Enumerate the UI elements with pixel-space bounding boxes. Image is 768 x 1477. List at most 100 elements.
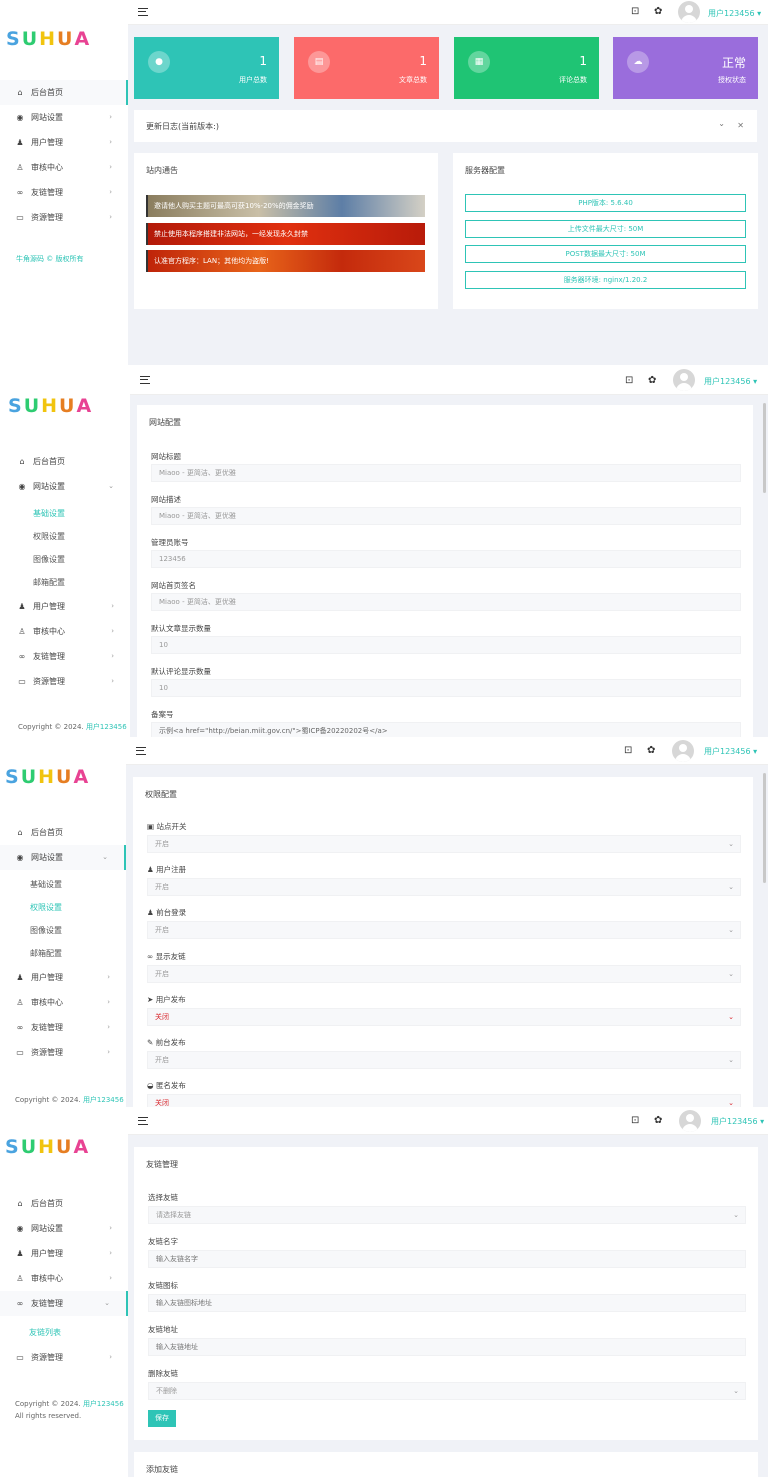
chevron-down-icon: ⌄ — [733, 1387, 739, 1395]
top-bar: ⊡ ✿ 用户123456 ▾ — [130, 365, 768, 395]
sidebar-sub-basic[interactable]: 基础设置 — [0, 873, 126, 896]
chevron-down-icon: ⌄ — [728, 1056, 734, 1064]
sidebar-sub-linklist[interactable]: 友链列表 — [0, 1319, 128, 1345]
sidebar-item-audit[interactable]: ♙ 审核中心 › — [0, 155, 128, 180]
sidebar-item-users[interactable]: ♟ 用户管理 › — [0, 130, 128, 155]
sidebar-item-audit[interactable]: ♙ 审核中心 › — [0, 1266, 128, 1291]
brand-logo: SUHUA — [6, 28, 92, 50]
sidebar-sub-perm[interactable]: 权限设置 — [0, 525, 130, 548]
sidebar-item-home[interactable]: ⌂ 后台首页 — [0, 449, 130, 474]
footer-user-link[interactable]: 用户123456 — [86, 723, 127, 731]
sidebar-footer: 牛角源码 © 版权所有 — [16, 255, 84, 263]
notice-item[interactable]: 邀请他人购买主题可最高可获10%-20%的佣金奖励 — [146, 195, 425, 217]
front-login-select[interactable]: 开启 ⌄ — [147, 921, 741, 939]
avatar[interactable] — [679, 1110, 701, 1132]
palette-icon[interactable]: ✿ — [654, 6, 662, 17]
palette-icon[interactable]: ✿ — [654, 1115, 662, 1126]
avatar[interactable] — [678, 1, 700, 23]
comment-icon: ▦ — [468, 51, 490, 73]
palette-icon[interactable]: ✿ — [648, 375, 656, 386]
sidebar-item-site[interactable]: ◉ 网站设置 › — [0, 105, 128, 130]
user-menu[interactable]: 用户123456 ▾ — [708, 8, 761, 19]
menu-toggle-icon[interactable] — [138, 8, 148, 16]
sidebar-item-site[interactable]: ◉ 网站设置 ⌄ — [0, 474, 130, 499]
sidebar: SUHUA ⌂ 后台首页 ◉ 网站设置 › ♟ 用户管理 › ♙ 审核中心 › ∞ 友链管理 ⌄ … — [0, 1107, 128, 1477]
user-menu[interactable]: 用户123456 ▾ — [704, 746, 757, 757]
menu-toggle-icon[interactable] — [140, 376, 150, 384]
sidebar-item-home[interactable]: ⌂ 后台首页 — [0, 80, 128, 105]
sidebar-item-resources[interactable]: ▭ 资源管理 › — [0, 1345, 128, 1370]
link-url-input[interactable]: 输入友链地址 — [148, 1338, 746, 1356]
edit-icon[interactable]: ⊡ — [625, 375, 633, 386]
user-menu[interactable]: 用户123456 ▾ — [704, 376, 757, 387]
notice-item[interactable]: 禁止使用本程序搭建非法网站，一经发现永久封禁 — [146, 223, 425, 245]
sidebar-item-links[interactable]: ∞ 友链管理 › — [0, 180, 128, 205]
sidebar-item-resources[interactable]: ▭ 资源管理 › — [0, 1040, 126, 1065]
sidebar-sub-image[interactable]: 图像设置 — [0, 919, 126, 942]
sidebar-sub-mail[interactable]: 邮箱配置 — [0, 571, 130, 594]
sidebar-item-users[interactable]: ♟ 用户管理 › — [0, 594, 130, 619]
sidebar-item-home[interactable]: ⌂ 后台首页 — [0, 820, 126, 845]
sidebar-sub-basic[interactable]: 基础设置 — [0, 502, 130, 525]
notice-panel: 站内通告 邀请他人购买主题可最高可获10%-20%的佣金奖励 禁止使用本程序搭建… — [134, 153, 438, 309]
brand-logo: SUHUA — [5, 1136, 91, 1158]
select-link-dropdown[interactable]: 请选择友链 ⌄ — [148, 1206, 746, 1224]
chevron-right-icon: › — [109, 188, 112, 196]
edit-icon[interactable]: ⊡ — [624, 745, 632, 756]
link-icon-input[interactable]: 输入友链图标地址 — [148, 1294, 746, 1312]
notice-item[interactable]: 认准官方程序：LAN；其他均为盗版! — [146, 250, 425, 272]
delete-link-select[interactable]: 不删除 ⌄ — [148, 1382, 746, 1400]
scrollbar[interactable] — [763, 403, 766, 493]
edit-icon[interactable]: ⊡ — [631, 6, 639, 17]
front-publish-select[interactable]: 开启 ⌄ — [147, 1051, 741, 1069]
user-menu[interactable]: 用户123456 ▾ — [711, 1116, 764, 1127]
user-publish-select[interactable]: 关闭 ⌄ — [147, 1008, 741, 1026]
folder-icon: ▭ — [18, 677, 26, 686]
footer-link[interactable]: 牛角源码 — [16, 255, 44, 263]
menu-toggle-icon[interactable] — [136, 747, 146, 755]
chevron-right-icon: › — [109, 1353, 112, 1361]
sidebar-item-audit[interactable]: ♙ 审核中心 › — [0, 619, 130, 644]
sidebar-item-resources[interactable]: ▭ 资源管理 › — [0, 669, 130, 694]
site-title-input[interactable]: Miaoo - 更简洁、更优雅 — [151, 464, 741, 482]
site-desc-input[interactable]: Miaoo - 更简洁、更优雅 — [151, 507, 741, 525]
sidebar-item-links[interactable]: ∞ 友链管理 › — [0, 644, 130, 669]
home-signature-input[interactable]: Miaoo - 更简洁、更优雅 — [151, 593, 741, 611]
article-count-input[interactable]: 10 — [151, 636, 741, 654]
chevron-down-icon[interactable]: ⌄ — [718, 119, 725, 128]
footer-user-link[interactable]: 用户123456 — [83, 1096, 124, 1104]
sidebar-item-links[interactable]: ∞ 友链管理 ⌄ — [0, 1291, 128, 1316]
scrollbar[interactable] — [763, 773, 766, 883]
chevron-right-icon: › — [111, 602, 114, 610]
show-links-select[interactable]: 开启 ⌄ — [147, 965, 741, 983]
sidebar-item-users[interactable]: ♟ 用户管理 › — [0, 1241, 128, 1266]
avatar[interactable] — [672, 740, 694, 762]
site-switch-select[interactable]: 开启 ⌄ — [147, 835, 741, 853]
link-name-input[interactable]: 输入友链名字 — [148, 1250, 746, 1268]
sidebar-item-audit[interactable]: ♙ 审核中心 › — [0, 990, 126, 1015]
menu-toggle-icon[interactable] — [138, 1117, 148, 1125]
sidebar-item-home[interactable]: ⌂ 后台首页 — [0, 1191, 128, 1216]
admin-account-input[interactable]: 123456 — [151, 550, 741, 568]
cloud-icon: ☁ — [627, 51, 649, 73]
chevron-right-icon: › — [109, 1274, 112, 1282]
palette-icon[interactable]: ✿ — [647, 745, 655, 756]
sidebar-sub-mail[interactable]: 邮箱配置 — [0, 942, 126, 965]
link-icon: ∞ — [16, 1299, 24, 1308]
sidebar-sub-perm[interactable]: 权限设置 — [0, 896, 126, 919]
user-register-select[interactable]: 开启 ⌄ — [147, 878, 741, 896]
sidebar-item-resources[interactable]: ▭ 资源管理 › — [0, 205, 128, 230]
comment-count-input[interactable]: 10 — [151, 679, 741, 697]
close-icon[interactable]: ✕ — [737, 121, 744, 130]
chevron-right-icon: › — [111, 627, 114, 635]
chevron-down-icon: ⌄ — [728, 840, 734, 848]
avatar[interactable] — [673, 369, 695, 391]
save-button[interactable]: 保存 — [148, 1410, 176, 1427]
sidebar-item-links[interactable]: ∞ 友链管理 › — [0, 1015, 126, 1040]
edit-icon[interactable]: ⊡ — [631, 1115, 639, 1126]
sidebar-sub-image[interactable]: 图像设置 — [0, 548, 130, 571]
sidebar-item-users[interactable]: ♟ 用户管理 › — [0, 965, 126, 990]
sidebar-item-site[interactable]: ◉ 网站设置 ⌄ — [0, 845, 126, 870]
sidebar-item-site[interactable]: ◉ 网站设置 › — [0, 1216, 128, 1241]
footer-user-link[interactable]: 用户123456 — [83, 1400, 124, 1408]
